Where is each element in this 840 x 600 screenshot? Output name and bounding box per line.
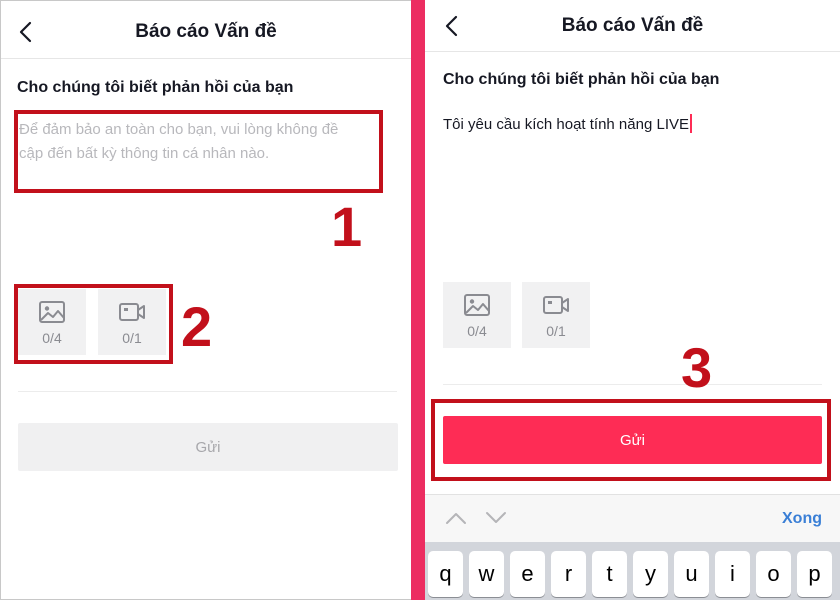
feedback-label: Cho chúng tôi biết phản hồi của bạn: [17, 79, 294, 96]
onscreen-keyboard: q w e r t y u i o p: [425, 542, 840, 600]
page-title: Báo cáo Vấn đề: [561, 15, 704, 36]
key-e[interactable]: e: [510, 551, 545, 597]
annotation-step-2: 2: [181, 295, 213, 358]
highlight-box-submit: [431, 399, 831, 481]
key-u[interactable]: u: [674, 551, 709, 597]
key-w[interactable]: w: [469, 551, 504, 597]
key-o[interactable]: o: [756, 551, 791, 597]
page-title: Báo cáo Vấn đề: [135, 21, 277, 42]
highlight-box-textarea: [14, 110, 383, 193]
add-photo-button[interactable]: 0/4: [443, 282, 511, 348]
chevron-down-icon[interactable]: [485, 509, 507, 527]
key-r[interactable]: r: [551, 551, 586, 597]
key-q[interactable]: q: [428, 551, 463, 597]
chevron-up-icon[interactable]: [445, 509, 467, 527]
done-button[interactable]: Xong: [782, 510, 822, 528]
keyboard-toolbar: Xong: [425, 494, 840, 542]
left-screen: Báo cáo Vấn đề Cho chúng tôi biết phản h…: [0, 0, 411, 600]
divider-line: [18, 391, 397, 392]
key-i[interactable]: i: [715, 551, 750, 597]
right-screen: Báo cáo Vấn đề Cho chúng tôi biết phản h…: [425, 0, 840, 600]
typed-feedback-text: Tôi yêu cầu kích hoạt tính năng LIVE: [443, 114, 692, 133]
key-y[interactable]: y: [633, 551, 668, 597]
annotation-step-3: 3: [681, 336, 713, 399]
annotation-step-1: 1: [331, 195, 363, 258]
header: Báo cáo Vấn đề: [1, 1, 411, 59]
key-t[interactable]: t: [592, 551, 627, 597]
header: Báo cáo Vấn đề: [425, 0, 840, 52]
highlight-box-attachments: [14, 284, 173, 364]
photo-count: 0/4: [467, 323, 487, 339]
video-camera-icon: [543, 296, 569, 314]
panel-divider: [411, 0, 425, 600]
add-video-button[interactable]: 0/1: [522, 282, 590, 348]
submit-button-disabled[interactable]: Gửi: [18, 423, 398, 471]
feedback-textarea[interactable]: Tôi yêu cầu kích hoạt tính năng LIVE: [443, 110, 823, 170]
text-caret: [690, 114, 692, 133]
key-p[interactable]: p: [797, 551, 832, 597]
image-icon: [464, 294, 490, 316]
video-count: 0/1: [546, 323, 566, 339]
divider-line: [443, 384, 822, 385]
feedback-label: Cho chúng tôi biết phản hồi của bạn: [443, 71, 720, 88]
